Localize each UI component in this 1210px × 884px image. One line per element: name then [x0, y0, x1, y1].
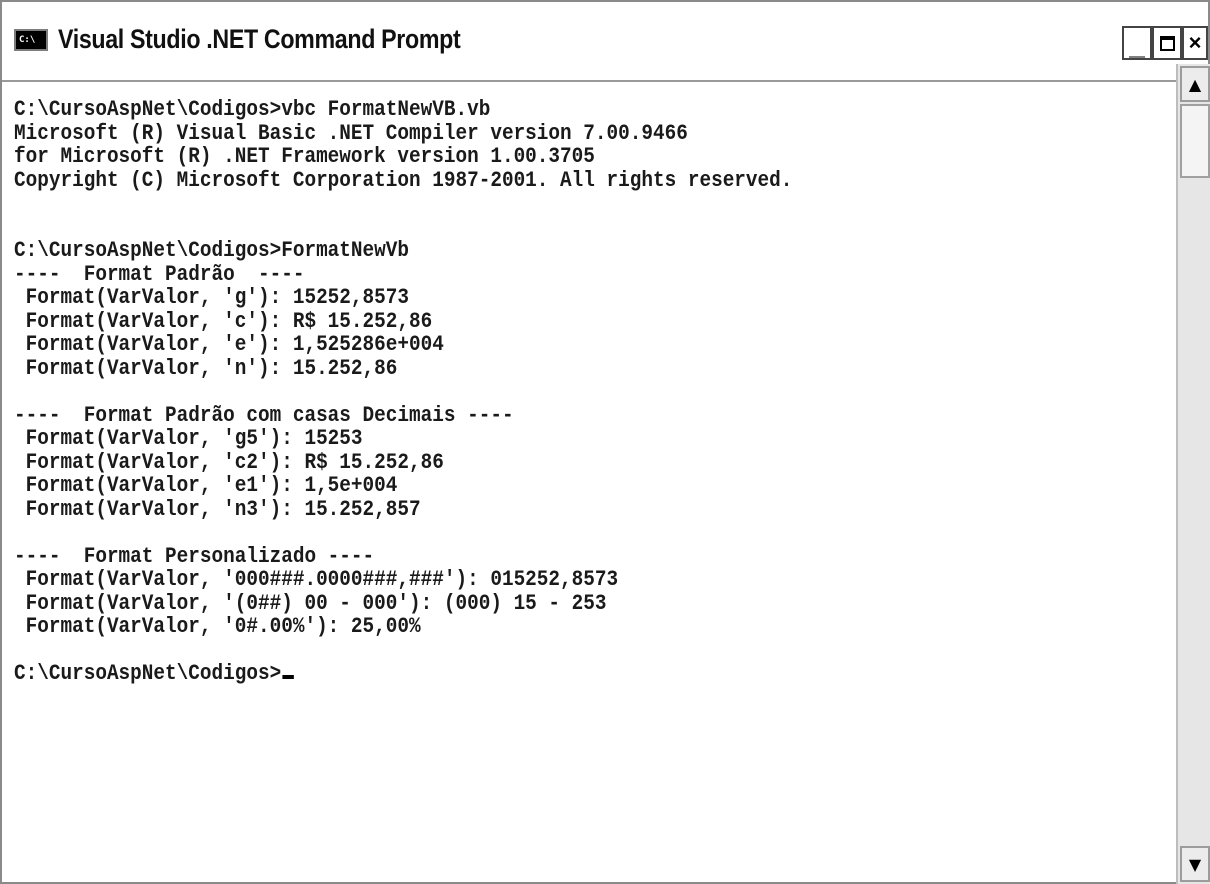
- console-line: Format(VarValor, 'c'): R$ 15.252,86: [14, 308, 433, 334]
- scroll-thumb[interactable]: [1180, 104, 1210, 178]
- scroll-up-arrow-icon: ▲: [1188, 74, 1202, 94]
- console-line: Format(VarValor, 'e'): 1,525286e+004: [14, 332, 444, 357]
- maximize-icon: [1159, 35, 1175, 51]
- console-line: Format(VarValor, 'n'): 15.252,86: [14, 355, 398, 381]
- console-line: Format(VarValor, 'n3'): 15.252,857: [14, 496, 421, 522]
- console-line: Format(VarValor, 'g'): 15252,8573: [14, 285, 410, 310]
- console-line: Format(VarValor, 'e1'): 1,5e+004: [14, 473, 398, 498]
- console-line: for Microsoft (R) .NET Framework version…: [14, 144, 595, 169]
- console-line: Format(VarValor, '0#.00%'): 25,00%: [14, 614, 421, 639]
- command-prompt-icon[interactable]: C:\: [14, 29, 48, 51]
- console-line: C:\CursoAspNet\Codigos>FormatNewVb: [14, 238, 410, 263]
- console-area[interactable]: C:\CursoAspNet\Codigos>vbc FormatNewVB.v…: [4, 82, 1174, 882]
- maximize-button[interactable]: [1152, 26, 1182, 60]
- console-line: Format(VarValor, '000###.0000###,###'): …: [14, 567, 619, 592]
- console-line: Format(VarValor, 'g5'): 15253: [14, 426, 363, 451]
- close-icon: ×: [1188, 30, 1202, 55]
- minimize-button[interactable]: _: [1122, 26, 1152, 60]
- console-line: C:\CursoAspNet\Codigos>: [14, 661, 282, 686]
- console-line: ---- Format Padrão ----: [14, 261, 305, 287]
- text-cursor: [282, 675, 294, 679]
- scroll-down-arrow-icon: ▼: [1188, 854, 1202, 874]
- console-line: Format(VarValor, 'c2'): R$ 15.252,86: [14, 449, 444, 475]
- console-line: Copyright (C) Microsoft Corporation 1987…: [14, 167, 793, 193]
- console-line: ---- Format Padrão com casas Decimais --…: [14, 402, 514, 428]
- console-line: Microsoft (R) Visual Basic .NET Compiler…: [14, 120, 688, 146]
- console-line: C:\CursoAspNet\Codigos>vbc FormatNewVB.v…: [14, 97, 491, 122]
- vertical-scrollbar[interactable]: ▲ ▼: [1176, 64, 1210, 884]
- console-window: C:\ Visual Studio .NET Command Prompt _ …: [0, 0, 1210, 884]
- minimize-icon: _: [1129, 29, 1145, 60]
- console-output: C:\CursoAspNet\Codigos>vbc FormatNewVB.v…: [14, 98, 792, 686]
- console-line: Format(VarValor, '(0##) 00 - 000'): (000…: [14, 590, 607, 616]
- close-button[interactable]: ×: [1182, 26, 1208, 60]
- console-line: ---- Format Personalizado ----: [14, 543, 375, 569]
- window-title: Visual Studio .NET Command Prompt: [58, 24, 461, 54]
- title-bar[interactable]: C:\ Visual Studio .NET Command Prompt _ …: [2, 2, 1208, 82]
- scroll-down-button[interactable]: ▼: [1180, 846, 1210, 882]
- scroll-up-button[interactable]: ▲: [1180, 66, 1210, 102]
